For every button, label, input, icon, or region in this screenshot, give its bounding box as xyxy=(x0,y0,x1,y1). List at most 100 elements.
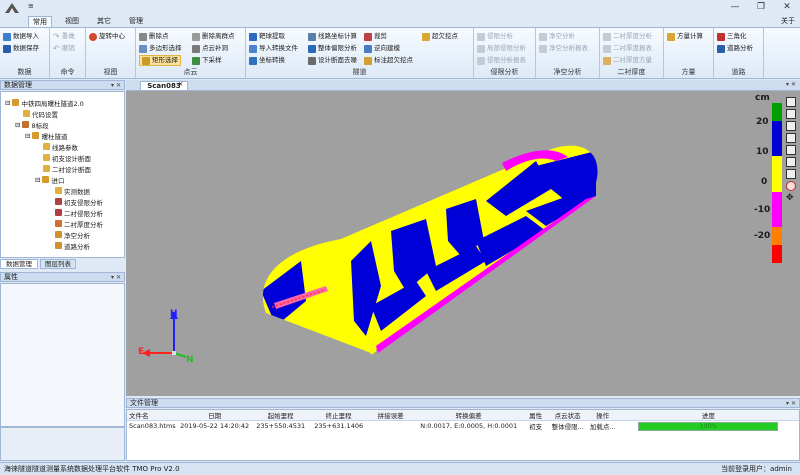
collapse-icon[interactable]: ⊟ xyxy=(25,132,30,140)
delete-points-button[interactable]: 删除点 xyxy=(139,31,169,42)
restore-button[interactable]: ❐ xyxy=(748,0,774,14)
save-icon xyxy=(3,44,11,53)
pin-close-icon[interactable]: ▾ ✕ xyxy=(111,273,121,282)
col-start[interactable]: 起始里程 xyxy=(252,410,310,421)
view-right-icon[interactable] xyxy=(786,133,796,143)
tree-node-measured[interactable]: 实测数据 xyxy=(55,186,90,196)
lining-scheme-button[interactable]: 二衬厚度方量 xyxy=(603,55,652,66)
deviation-analysis-button[interactable]: 侵限分析 xyxy=(477,31,513,42)
view-front-icon[interactable] xyxy=(786,97,796,107)
col-stitch[interactable]: 拼接误差 xyxy=(368,410,414,421)
col-filename[interactable]: 文件名 xyxy=(127,410,178,421)
tree-node-secondary-design[interactable]: 二衬设计断面 xyxy=(43,164,91,174)
about-link[interactable]: 关于 xyxy=(778,16,798,27)
group-deviation: 侵限分析 局部侵限分析 侵限分析报表 侵限分析 xyxy=(474,28,536,78)
local-icon xyxy=(477,44,485,53)
col-date[interactable]: 日期 xyxy=(178,410,252,421)
clearance-report-button[interactable]: 净空分析报表 xyxy=(539,43,588,54)
point-cloud-render[interactable] xyxy=(126,91,800,396)
tab-common[interactable]: 常用 xyxy=(28,16,52,27)
undo-button[interactable]: ↶ 撤销 xyxy=(53,43,75,54)
tab-data-manager[interactable]: 数据管理 xyxy=(0,259,38,269)
project-icon xyxy=(12,99,20,106)
tab-manage[interactable]: 管理 xyxy=(124,16,148,27)
col-attr[interactable]: 属性 xyxy=(524,410,548,421)
import-convert-button[interactable]: 导入转换文件 xyxy=(249,43,298,54)
minimize-button[interactable]: — xyxy=(722,0,748,14)
close-button[interactable]: ✕ xyxy=(774,0,800,14)
quick-access-toolbar[interactable]: ≡ xyxy=(28,2,34,10)
tree-node-tunnel[interactable]: ⊟ 曙杜隧道 xyxy=(25,131,67,141)
tree-node-road[interactable]: 道路分析 xyxy=(55,241,90,251)
tree-node-secondary-deviation[interactable]: 二衬侵限分析 xyxy=(55,208,103,218)
view-top-icon[interactable] xyxy=(786,145,796,155)
reverse-model-button[interactable]: 逆向建模 xyxy=(364,43,400,54)
over-under-points-button[interactable]: 超欠挖点 xyxy=(422,31,458,42)
ribbon: 数据导入 数据保存 数据 ↷ 重做 ↶ 撤销 命令 旋转中心 视图 删除点 多边形选… xyxy=(0,27,800,79)
tree-node-line-params[interactable]: 线路参数 xyxy=(43,142,78,152)
clearance-analysis-button[interactable]: 净空分析 xyxy=(539,31,575,42)
downsample-button[interactable]: 下采样 xyxy=(192,55,222,66)
target-extract-button[interactable]: 靶球提取 xyxy=(249,31,285,42)
coord-convert-button[interactable]: 坐标转换 xyxy=(249,55,285,66)
data-save-button[interactable]: 数据保存 xyxy=(3,43,39,54)
design-section-denoise-button[interactable]: 设计断面去噪 xyxy=(308,55,357,66)
view-left-icon[interactable] xyxy=(786,121,796,131)
design-icon xyxy=(43,165,50,172)
tab-menu-icon[interactable]: ▾ ✕ xyxy=(786,81,796,88)
tab-view[interactable]: 视图 xyxy=(60,16,84,27)
lining-report-button[interactable]: 二衬厚度报表 xyxy=(603,43,652,54)
fill-holes-button[interactable]: 点云补洞 xyxy=(192,43,228,54)
pin-close-icon[interactable]: ▾ ✕ xyxy=(111,81,121,90)
local-deviation-button[interactable]: 局部侵限分析 xyxy=(477,43,526,54)
col-conversion[interactable]: 转换偏差 xyxy=(414,410,524,421)
overall-deviation-button[interactable]: 整体偏限分析 xyxy=(308,43,357,54)
mark-over-under-button[interactable]: 标注超欠挖点 xyxy=(364,55,413,66)
collapse-icon[interactable]: ⊟ xyxy=(15,121,20,129)
view-bottom-icon[interactable] xyxy=(786,157,796,167)
pan-icon[interactable]: ✥ xyxy=(786,193,798,203)
lining-analysis-button[interactable]: 二衬厚度分析 xyxy=(603,31,652,42)
polygon-select-button[interactable]: 多边形选择 xyxy=(139,43,182,54)
collapse-icon[interactable]: ⊟ xyxy=(5,99,10,107)
collapse-icon[interactable]: ⊟ xyxy=(35,176,40,184)
group-data: 数据导入 数据保存 数据 xyxy=(0,28,50,78)
tree-node-lining-thickness[interactable]: 二衬厚度分析 xyxy=(55,219,103,229)
tree-node-section[interactable]: ⊟ 8标段 xyxy=(15,120,49,130)
deviation-report-button[interactable]: 侵限分析报表 xyxy=(477,55,526,66)
view-iso-icon[interactable] xyxy=(786,169,796,179)
road-analysis-button[interactable]: 道路分析 xyxy=(717,43,753,54)
colorbar-swatch xyxy=(772,209,782,228)
file-table-container: 文件名 日期 起始里程 终止里程 拼接误差 转换偏差 属性 点云状态 操作 进度… xyxy=(126,409,800,461)
col-op[interactable]: 操作 xyxy=(588,410,618,421)
rect-select-button[interactable]: 矩形选择 xyxy=(139,55,181,66)
reset-view-icon[interactable] xyxy=(786,181,796,191)
tab-other[interactable]: 其它 xyxy=(92,16,116,27)
delete-outliers-button[interactable]: 删除离群点 xyxy=(192,31,235,42)
tree-node-initial-deviation[interactable]: 初支侵限分析 xyxy=(55,197,103,207)
table-row[interactable]: Scan083.htms 2019-05-22 14:20:42 235+550… xyxy=(127,421,799,431)
col-end[interactable]: 终止里程 xyxy=(310,410,368,421)
redo-button[interactable]: ↷ 重做 xyxy=(53,31,75,42)
tree-node-project[interactable]: ⊟ 中铁四局曙杜隧道2.0 xyxy=(5,98,84,108)
pin-close-icon[interactable]: ▾ ✕ xyxy=(786,399,796,408)
tree-node-code[interactable]: 代码设置 xyxy=(23,109,58,119)
tree-node-entrance[interactable]: ⊟ 进口 xyxy=(35,175,64,185)
tab-layer-list[interactable]: 图层列表 xyxy=(40,259,76,269)
volume-calc-button[interactable]: 方量计算 xyxy=(667,31,703,42)
cut-button[interactable]: 裁剪 xyxy=(364,31,387,42)
tree-node-clearance[interactable]: 净空分析 xyxy=(55,230,90,240)
file-manager-header: 文件管理 ▾ ✕ xyxy=(126,398,800,408)
line-coord-calc-button[interactable]: 线路坐标计算 xyxy=(308,31,357,42)
close-tab-icon[interactable]: ✕ xyxy=(178,81,183,88)
col-status[interactable]: 点云状态 xyxy=(548,410,588,421)
triangulate-button[interactable]: 三角化 xyxy=(717,31,747,42)
rotate-center-button[interactable]: 旋转中心 xyxy=(89,31,125,42)
cell-op[interactable]: 加载点... xyxy=(588,421,618,431)
col-progress[interactable]: 进度 xyxy=(618,410,799,421)
view-back-icon[interactable] xyxy=(786,109,796,119)
tree-node-initial-design[interactable]: 初支设计断面 xyxy=(43,153,91,163)
group-label: 命令 xyxy=(60,68,75,76)
3d-viewport[interactable]: H E N cm 20 10 0 -10 -20 ✥ xyxy=(126,91,800,396)
data-import-button[interactable]: 数据导入 xyxy=(3,31,39,42)
